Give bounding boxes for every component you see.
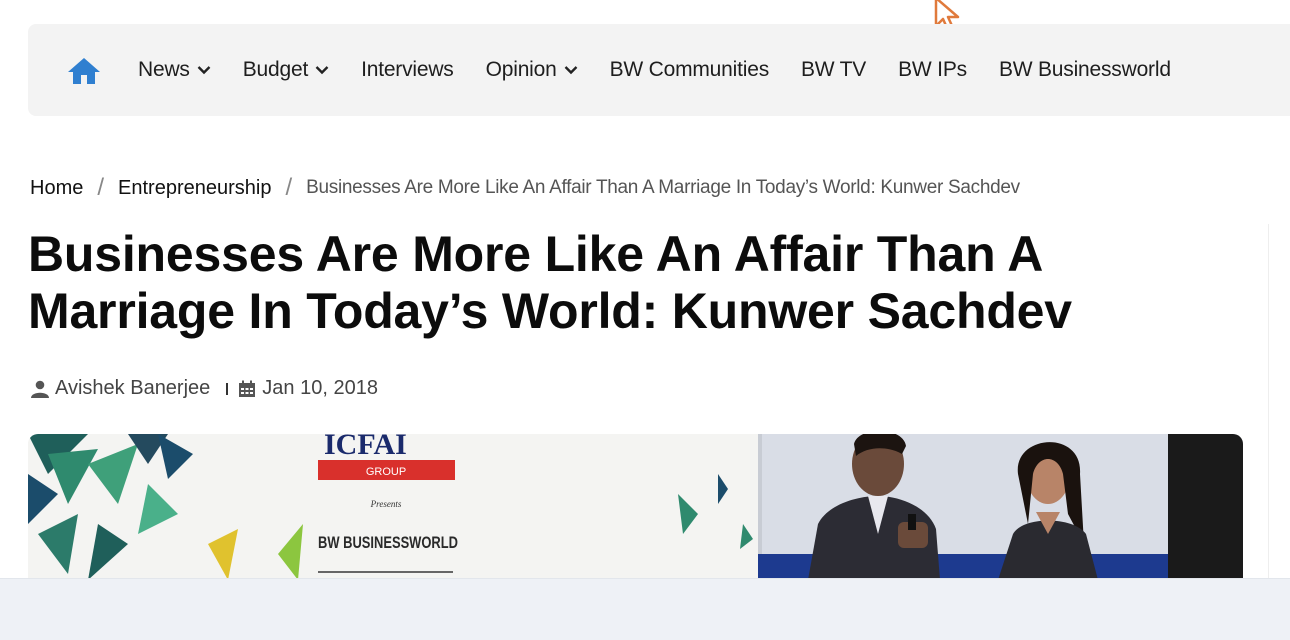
publish-date: Jan 10, 2018: [262, 377, 378, 399]
chevron-down-icon: [564, 66, 577, 75]
byline-divider: [226, 382, 229, 395]
breadcrumb-current: Businesses Are More Like An Affair Than …: [306, 177, 1020, 198]
author-link[interactable]: Avishek Banerjee: [55, 377, 210, 400]
nav-item-budget[interactable]: Budget: [243, 58, 329, 82]
user-icon: [31, 380, 49, 398]
nav-item-interviews[interactable]: Interviews: [361, 58, 454, 82]
breadcrumb-separator: /: [285, 174, 293, 201]
breadcrumb-home-link[interactable]: Home: [30, 177, 83, 200]
nav-item-label: Opinion: [485, 58, 557, 81]
nav-item-bw-ips[interactable]: BW IPs: [898, 58, 967, 82]
sign-presents-text: Presents: [370, 499, 402, 509]
nav-item-label: News: [138, 58, 190, 81]
calendar-icon: [239, 380, 256, 397]
home-icon: [68, 58, 100, 84]
sign-top-text: ICFAI: [324, 434, 407, 461]
nav-item-opinion[interactable]: Opinion: [486, 58, 578, 82]
hero-image: ICFAI GROUP Presents BW BUSINESSWORLD: [28, 434, 1243, 580]
nav-item-bw-communities[interactable]: BW Communities: [609, 58, 770, 82]
chevron-down-icon: [315, 66, 329, 75]
bottom-bar: [0, 578, 1290, 640]
nav-item-label: Budget: [242, 58, 309, 81]
breadcrumb: Home / Entrepreneurship / Businesses Are…: [30, 174, 1020, 202]
sidebar-edge: [1268, 224, 1290, 580]
breadcrumb-separator: /: [97, 174, 105, 201]
nav-home-link[interactable]: [66, 54, 104, 86]
nav-item-label: BW IPs: [898, 58, 967, 81]
sign-brand-text: BW BUSINESSWORLD: [318, 533, 458, 552]
nav-item-label: Interviews: [361, 58, 454, 81]
nav-item-label: BW Businessworld: [998, 58, 1171, 81]
article-byline: Avishek Banerjee Jan 10, 2018: [30, 377, 378, 400]
article-title: Businesses Are More Like An Affair Than …: [28, 226, 1072, 339]
nav-item-bw-tv[interactable]: BW TV: [801, 58, 866, 82]
main-nav: News Budget Interviews Opinion BW Commun…: [28, 24, 1290, 116]
breadcrumb-section-link[interactable]: Entrepreneurship: [118, 177, 271, 200]
hero-photo: ICFAI GROUP Presents BW BUSINESSWORLD: [28, 434, 1243, 580]
nav-item-news[interactable]: News: [138, 58, 211, 82]
chevron-down-icon: [197, 66, 211, 75]
nav-item-label: BW Communities: [609, 58, 770, 81]
nav-item-label: BW TV: [801, 58, 867, 81]
sign-group-text: GROUP: [366, 466, 406, 478]
nav-item-bw-businessworld[interactable]: BW Businessworld: [999, 58, 1171, 82]
